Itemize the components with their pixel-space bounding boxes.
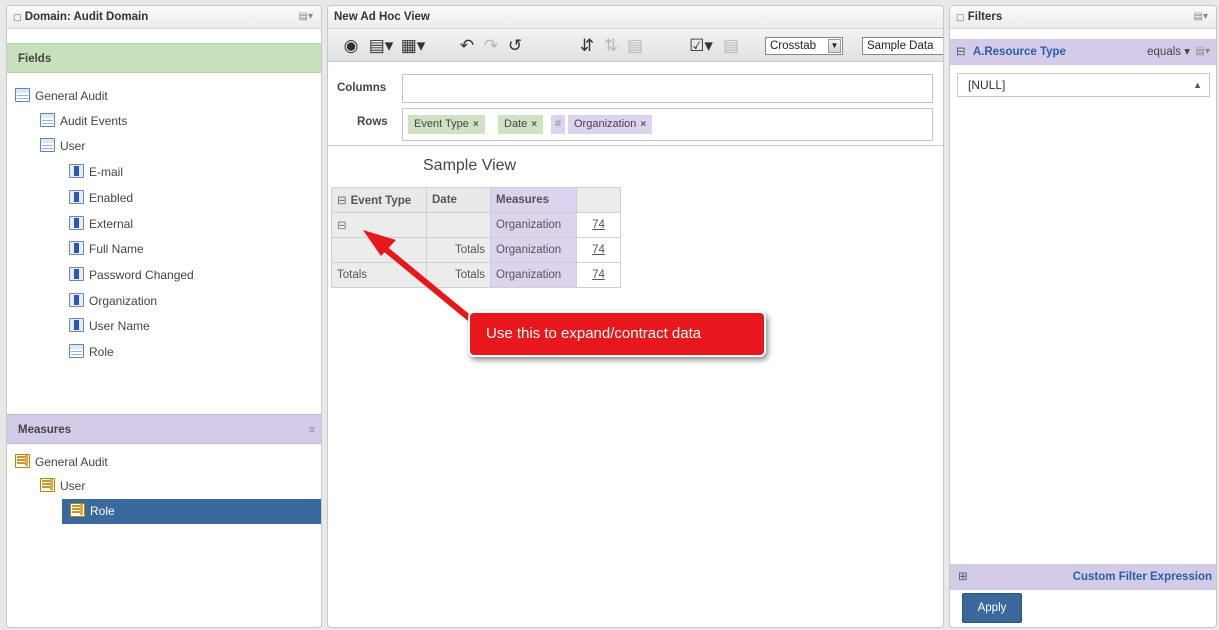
apply-button[interactable]: Apply (962, 593, 1022, 623)
custom-filter-expression-bar[interactable]: ⊞ Custom Filter Expression (950, 564, 1216, 590)
filters-header: ▢ Filters ▤▾ (950, 6, 1216, 29)
filter-value-select[interactable]: [NULL] ▲ (957, 73, 1210, 97)
operator-label: equals (1147, 46, 1182, 58)
custom-filter-label: Custom Filter Expression (1072, 571, 1212, 583)
panel-toggle-icon[interactable]: ▢ (956, 12, 965, 22)
chevron-up-icon: ▲ (1193, 80, 1202, 90)
filter-value: [NULL] (968, 78, 1006, 92)
filters-title: Filters (967, 11, 1003, 23)
expand-icon[interactable]: ⊞ (958, 571, 968, 583)
filter-operator[interactable]: equals ▾ (1147, 39, 1190, 65)
filter-menu-icon[interactable]: ▤▾ (1196, 39, 1210, 65)
arrow-shaft (375, 240, 477, 325)
filters-panel: ▢ Filters ▤▾ ⊟ A.Resource Type equals ▾ … (949, 5, 1217, 628)
filter-name: A.Resource Type (972, 46, 1066, 58)
collapse-icon[interactable]: ⊟ (956, 46, 966, 58)
filter-header: ⊟ A.Resource Type equals ▾ ▤▾ (950, 39, 1216, 65)
panel-menu-icon[interactable]: ▤▾ (1194, 6, 1208, 28)
callout-annotation: Use this to expand/contract data (468, 311, 766, 357)
